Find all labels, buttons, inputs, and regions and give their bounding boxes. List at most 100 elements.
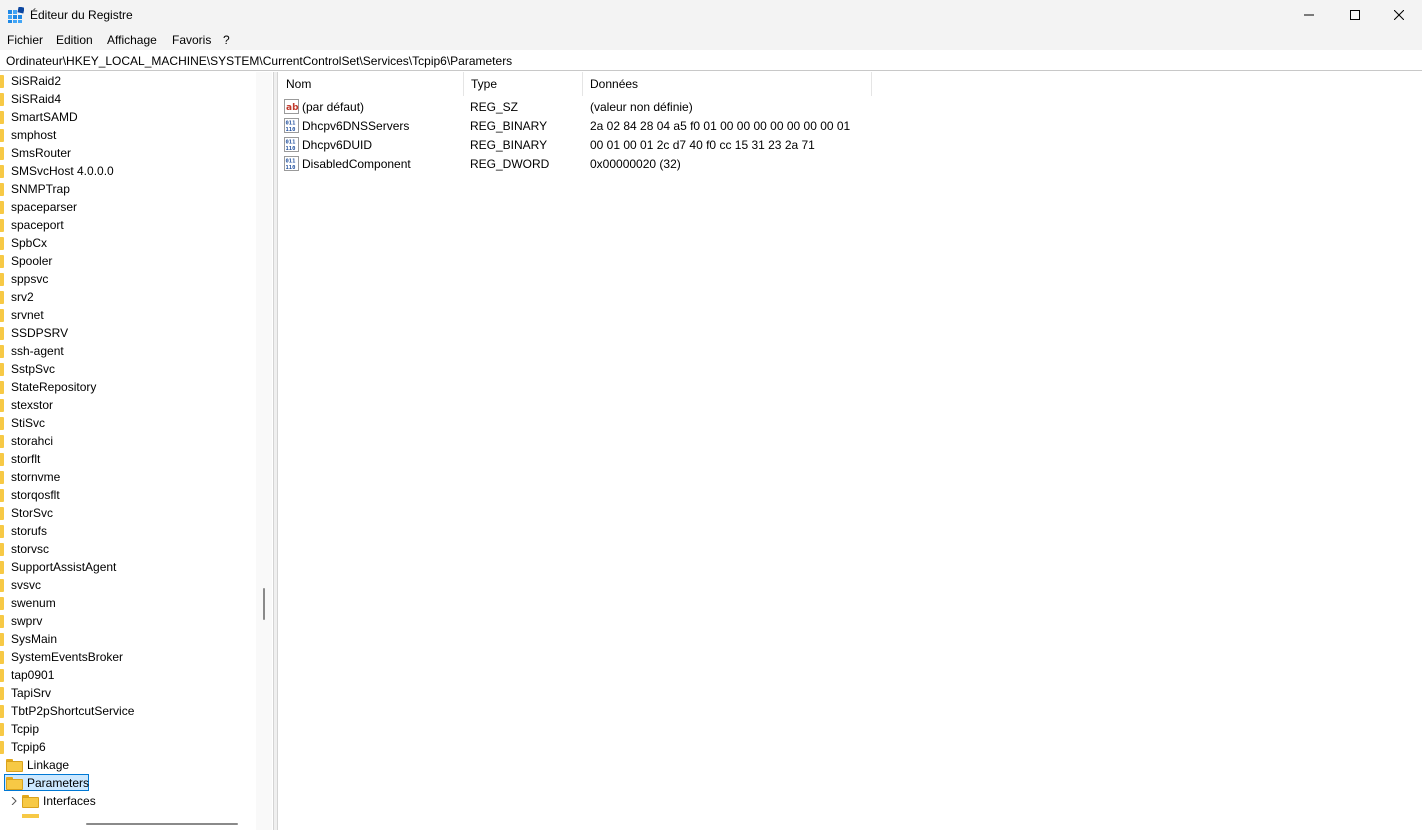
close-icon	[1394, 10, 1404, 20]
tree-item-label: SNMPTrap	[11, 182, 70, 196]
tree-item[interactable]: SysMain	[0, 630, 256, 648]
tree-item[interactable]: SmsRouter	[0, 144, 256, 162]
tree-item-label: SmsRouter	[11, 146, 72, 160]
tree-item[interactable]: srv2	[0, 288, 256, 306]
folder-icon	[22, 814, 39, 818]
address-bar[interactable]: Ordinateur\HKEY_LOCAL_MACHINE\SYSTEM\Cur…	[0, 51, 1422, 71]
tree-item[interactable]: TbtP2pShortcutService	[0, 702, 256, 720]
menu-edition[interactable]: Edition	[56, 33, 93, 47]
binary-value-icon: 011 110	[284, 156, 299, 171]
minimize-button[interactable]	[1286, 0, 1332, 30]
tree-item[interactable]: storufs	[0, 522, 256, 540]
folder-icon	[22, 795, 39, 808]
folder-icon	[0, 471, 4, 484]
tree-item[interactable]: StiSvc	[0, 414, 256, 432]
values-list[interactable]: Nom Type Données ab (par défaut) REG_SZ …	[279, 72, 1422, 830]
tree-item[interactable]: TapiSrv	[0, 684, 256, 702]
maximize-button[interactable]	[1332, 0, 1378, 30]
folder-icon	[0, 435, 4, 448]
folder-icon	[0, 273, 4, 286]
tree-item[interactable]: SupportAssistAgent	[0, 558, 256, 576]
svg-text:110: 110	[286, 127, 296, 133]
tree-item[interactable]: StorSvc	[0, 504, 256, 522]
tree-item[interactable]: storvsc	[0, 540, 256, 558]
folder-icon	[0, 165, 4, 178]
tree-item[interactable]: storahci	[0, 432, 256, 450]
column-header-name[interactable]: Nom	[279, 72, 464, 96]
value-type: REG_DWORD	[470, 157, 550, 171]
tree-horizontal-scroll-thumb[interactable]	[86, 823, 238, 825]
menu-fichier[interactable]: Fichier	[7, 33, 43, 47]
folder-icon	[0, 705, 4, 718]
tree-item[interactable]: swenum	[0, 594, 256, 612]
tree-item[interactable]: stexstor	[0, 396, 256, 414]
tree-item[interactable]: svsvc	[0, 576, 256, 594]
tree-item-label: SupportAssistAgent	[11, 560, 117, 574]
tree-item[interactable]: swprv	[0, 612, 256, 630]
tree-item[interactable]: tap0901	[0, 666, 256, 684]
folder-icon	[0, 255, 4, 268]
tree-item-label: sppsvc	[11, 272, 49, 286]
tree-item[interactable]: stornvme	[0, 468, 256, 486]
tree-vertical-scroll-thumb[interactable]	[263, 588, 265, 620]
folder-icon	[0, 291, 4, 304]
tree-item-linkage[interactable]: Linkage	[0, 756, 256, 774]
tree-item[interactable]: spaceparser	[0, 198, 256, 216]
folder-icon	[0, 579, 4, 592]
tree-item[interactable]: spaceport	[0, 216, 256, 234]
list-row[interactable]: 011 110 Dhcpv6DUID REG_BINARY 00 01 00 0…	[279, 135, 1179, 154]
tree-item[interactable]: StateRepository	[0, 378, 256, 396]
tree-item-label: storufs	[11, 524, 48, 538]
column-header-type[interactable]: Type	[464, 72, 583, 96]
tree-item[interactable]: Tcpip	[0, 720, 256, 738]
tree-item-label: swenum	[11, 596, 56, 610]
tree-item[interactable]: smphost	[0, 126, 256, 144]
binary-value-icon: 011 110	[284, 137, 299, 152]
tree-item[interactable]: SstpSvc	[0, 360, 256, 378]
folder-icon	[0, 147, 4, 160]
value-name: Dhcpv6DNSServers	[302, 119, 410, 133]
tree-item[interactable]: SpbCx	[0, 234, 256, 252]
tree-item-interfaces[interactable]: Interfaces	[0, 792, 256, 810]
svg-text:ab: ab	[286, 103, 299, 113]
tree-item-label: SSDPSRV	[11, 326, 69, 340]
menu-affichage[interactable]: Affichage	[107, 33, 157, 47]
tree-item[interactable]: storflt	[0, 450, 256, 468]
tree-item-label: SystemEventsBroker	[11, 650, 124, 664]
folder-icon	[0, 345, 4, 358]
address-path[interactable]: Ordinateur\HKEY_LOCAL_MACHINE\SYSTEM\Cur…	[6, 54, 512, 68]
registry-editor-icon	[8, 7, 24, 23]
list-row[interactable]: ab (par défaut) REG_SZ (valeur non défin…	[279, 97, 1179, 116]
tree-item-parameters[interactable]: Parameters	[0, 774, 256, 792]
tree-item[interactable]: SSDPSRV	[0, 324, 256, 342]
tree-item[interactable]: SNMPTrap	[0, 180, 256, 198]
menu-favoris[interactable]: Favoris	[172, 33, 211, 47]
binary-value-icon: 011 110	[284, 118, 299, 133]
tree-vertical-scrollbar[interactable]	[256, 72, 272, 830]
tree-item[interactable]: SiSRaid4	[0, 90, 256, 108]
value-data: 0x00000020 (32)	[590, 157, 681, 171]
tree-item[interactable]: sppsvc	[0, 270, 256, 288]
close-button[interactable]	[1376, 0, 1422, 30]
list-row[interactable]: 011 110 DisabledComponent REG_DWORD 0x00…	[279, 154, 1179, 173]
folder-icon	[0, 111, 4, 124]
folder-icon	[6, 759, 23, 772]
tree-item[interactable]: Spooler	[0, 252, 256, 270]
list-row[interactable]: 011 110 Dhcpv6DNSServers REG_BINARY 2a 0…	[279, 116, 1179, 135]
tree-item[interactable]: ssh-agent	[0, 342, 256, 360]
tree-item[interactable]: Tcpip6	[0, 738, 256, 756]
pane-splitter[interactable]	[273, 72, 278, 830]
tree-item[interactable]: SiSRaid2	[0, 72, 256, 90]
tree-item-label: SMSvcHost 4.0.0.0	[11, 164, 114, 178]
chevron-right-icon[interactable]	[10, 797, 18, 805]
key-tree[interactable]: SiSRaid2 SiSRaid4 SmartSAMD smphost SmsRoute…	[0, 72, 256, 830]
svg-text:011: 011	[286, 140, 297, 146]
tree-item[interactable]: SmartSAMD	[0, 108, 256, 126]
column-header-data[interactable]: Données	[583, 72, 872, 96]
menu-help[interactable]: ?	[223, 33, 230, 47]
tree-item[interactable]: SystemEventsBroker	[0, 648, 256, 666]
tree-item[interactable]: srvnet	[0, 306, 256, 324]
tree-item[interactable]: storqosflt	[0, 486, 256, 504]
folder-icon	[0, 201, 4, 214]
tree-item[interactable]: SMSvcHost 4.0.0.0	[0, 162, 256, 180]
